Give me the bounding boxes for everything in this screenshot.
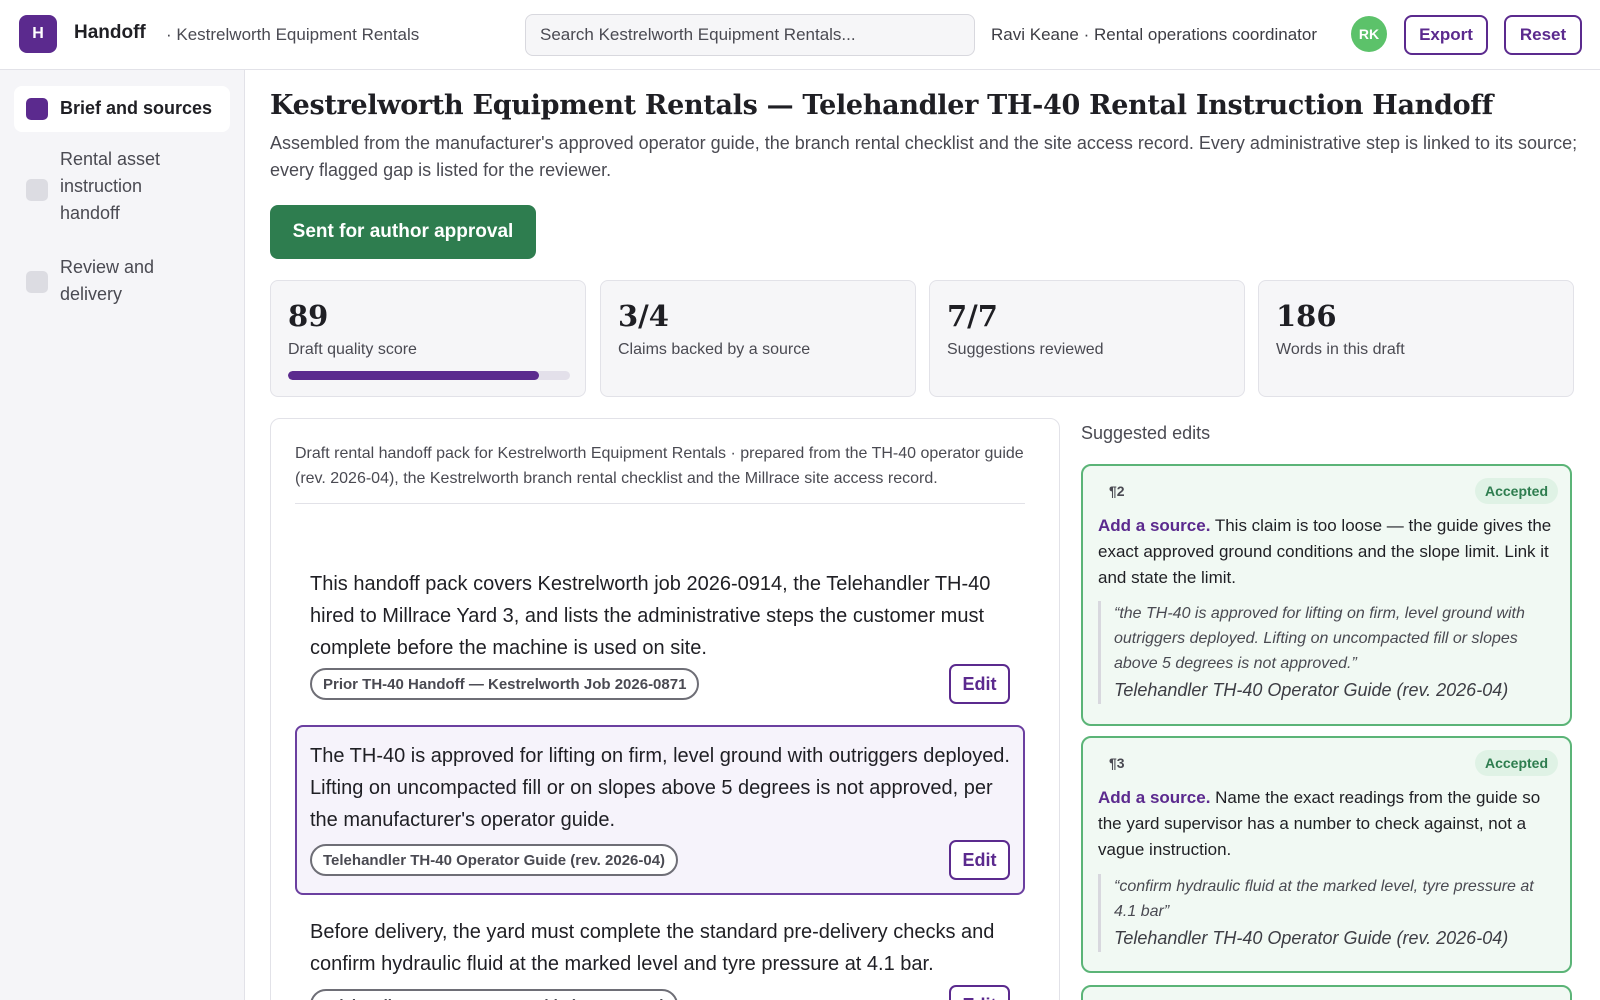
stat-value: 89 <box>288 299 329 333</box>
draft-panel: Draft rental handoff pack for Kestrelwor… <box>270 418 1060 1000</box>
source-quote: “confirm hydraulic fluid at the marked l… <box>1098 874 1558 952</box>
suggestion-card[interactable]: ¶3 Accepted Add a source. Name the exact… <box>1081 736 1572 973</box>
edit-button[interactable]: Edit <box>949 985 1010 1000</box>
suggested-edits-heading: Suggested edits <box>1081 423 1211 443</box>
paragraph-text: This handoff pack covers Kestrelworth jo… <box>310 573 991 659</box>
draft-paragraph-selected[interactable]: The TH-40 is approved for lifting on fir… <box>295 725 1025 895</box>
page-subtitle: Assembled from the manufacturer's approv… <box>270 133 1578 180</box>
org-name: · Kestrelworth Equipment Rentals <box>166 25 420 44</box>
app-logo[interactable]: H <box>19 15 57 53</box>
edit-button[interactable]: Edit <box>949 840 1010 880</box>
quote-source: Telehandler TH-40 Operator Guide (rev. 2… <box>1114 680 1509 700</box>
step-checkbox-icon <box>26 179 48 201</box>
draft-paragraph[interactable]: Before delivery, the yard must complete … <box>295 901 1025 1000</box>
avatar[interactable]: RK <box>1351 16 1387 52</box>
suggestion-action: Add a source. <box>1098 788 1211 807</box>
sidebar-item-label: Review and delivery <box>60 257 155 304</box>
stat-card-suggestions-reviewed: 7/7 Suggestions reviewed <box>929 280 1245 397</box>
sidebar-item-brief-and-sources[interactable]: Brief and sources <box>14 86 230 132</box>
stat-card-word-count: 186 Words in this draft <box>1258 280 1574 397</box>
paragraph-ref: ¶2 <box>1109 483 1125 499</box>
status-badge: Accepted <box>1474 478 1558 504</box>
source-chip[interactable]: Telehandler TH-40 Operator Guide (rev. 2… <box>310 844 679 876</box>
stat-value: 186 <box>1276 299 1337 333</box>
edit-button[interactable]: Edit <box>949 664 1010 704</box>
suggestion-body: Add a source. This claim is too loose — … <box>1098 513 1558 591</box>
suggestion-card[interactable]: ¶2 Accepted Add a source. This claim is … <box>1081 464 1572 726</box>
stat-label: Words in this draft <box>1276 341 1405 358</box>
paragraph-text: The TH-40 is approved for lifting on fir… <box>310 745 1010 831</box>
quality-progress-bar <box>288 371 570 380</box>
sidebar-item-label: Rental asset instruction handoff <box>60 149 161 223</box>
source-chip[interactable]: Prior TH-40 Handoff — Kestrelworth Job 2… <box>310 668 700 700</box>
step-checkbox-icon <box>26 271 48 293</box>
sidebar-item-rental-asset-instruction-handoff[interactable]: Rental asset instruction handoff <box>14 146 230 232</box>
step-checkbox-icon <box>26 98 48 120</box>
draft-paragraph[interactable]: This handoff pack covers Kestrelworth jo… <box>295 553 1025 719</box>
suggestion-body: Add a source. Name the exact readings fr… <box>1098 785 1558 863</box>
quote-source: Telehandler TH-40 Operator Guide (rev. 2… <box>1114 928 1509 948</box>
stat-label: Suggestions reviewed <box>947 341 1104 358</box>
quality-progress-fill <box>288 371 539 380</box>
export-button[interactable]: Export <box>1404 15 1488 55</box>
status-button[interactable]: Sent for author approval <box>270 205 536 259</box>
user-info: Ravi Keane · Rental operations coordinat… <box>991 25 1318 44</box>
sidebar-item-review-and-delivery[interactable]: Review and delivery <box>14 254 230 312</box>
search-input[interactable] <box>540 25 960 45</box>
page-title: Kestrelworth Equipment Rentals — Telehan… <box>270 90 1493 121</box>
quote-text: “the TH-40 is approved for lifting on fi… <box>1114 605 1525 672</box>
stat-label: Claims backed by a source <box>618 341 811 358</box>
sidebar: Brief and sources Rental asset instructi… <box>0 70 245 1000</box>
quote-text: “confirm hydraulic fluid at the marked l… <box>1114 878 1534 920</box>
stat-value: 7/7 <box>947 299 998 333</box>
stat-card-claims-backed: 3/4 Claims backed by a source <box>600 280 916 397</box>
top-bar: H Handoff · Kestrelworth Equipment Renta… <box>0 0 1600 70</box>
stat-label: Draft quality score <box>288 341 417 358</box>
draft-intro: Draft rental handoff pack for Kestrelwor… <box>295 441 1025 504</box>
source-chip[interactable]: Telehandler TH-40 Operator Guide (rev. 2… <box>310 989 679 1000</box>
source-quote: “the TH-40 is approved for lifting on fi… <box>1098 601 1558 704</box>
reset-button[interactable]: Reset <box>1504 15 1582 55</box>
paragraph-ref: ¶3 <box>1109 755 1125 771</box>
suggestion-card[interactable] <box>1081 985 1572 1000</box>
app-name: Handoff <box>74 22 146 43</box>
suggestion-action: Add a source. <box>1098 516 1211 535</box>
stat-value: 3/4 <box>618 299 669 333</box>
paragraph-text: Before delivery, the yard must complete … <box>310 921 995 975</box>
search-box[interactable] <box>525 14 975 56</box>
stat-card-quality-score: 89 Draft quality score <box>270 280 586 397</box>
status-badge: Accepted <box>1474 750 1558 776</box>
sidebar-item-label: Brief and sources <box>60 98 213 118</box>
